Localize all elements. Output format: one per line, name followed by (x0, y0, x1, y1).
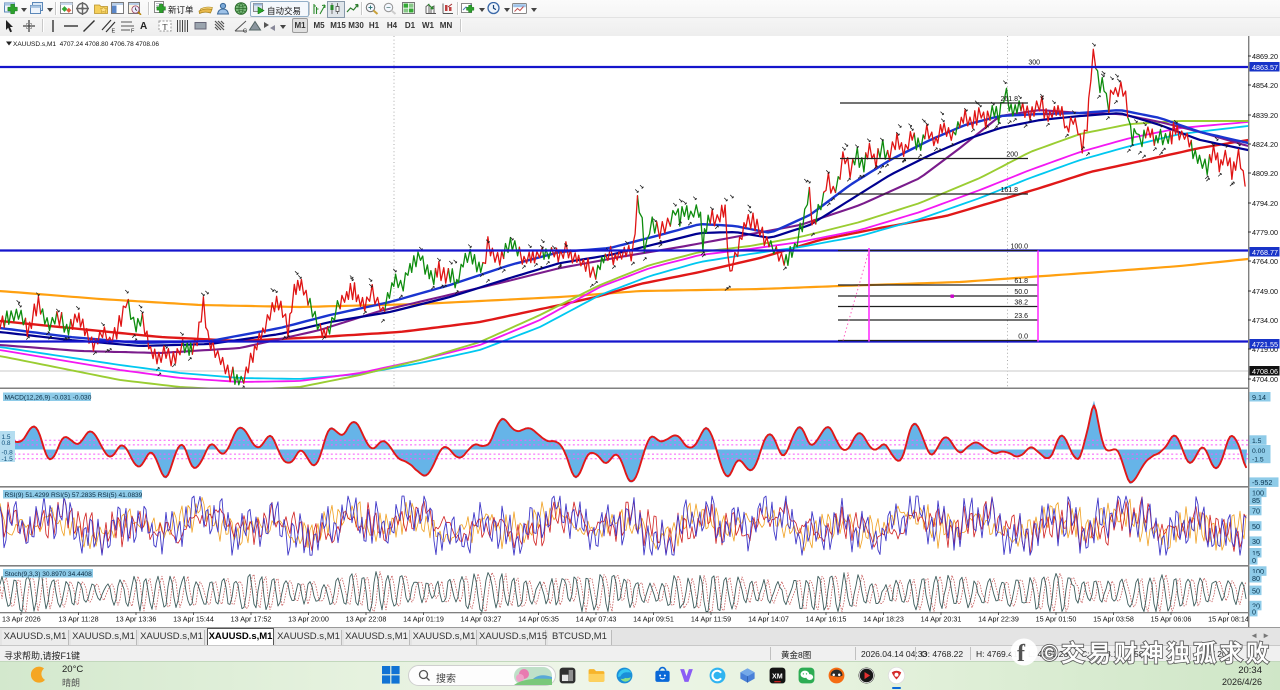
svg-text:261.8: 261.8 (1000, 96, 1018, 103)
svg-text:14 Apr 20:31: 14 Apr 20:31 (921, 615, 962, 624)
svg-text:70: 70 (1252, 507, 1260, 516)
svg-text:4854.20: 4854.20 (1252, 81, 1278, 90)
svg-text:XM: XM (772, 673, 783, 681)
svg-text:13 Apr 22:08: 13 Apr 22:08 (346, 615, 387, 624)
svg-text:9.14: 9.14 (1252, 393, 1266, 402)
svg-text:15 Apr 03:58: 15 Apr 03:58 (1093, 615, 1134, 624)
svg-text:61.8: 61.8 (1014, 278, 1028, 285)
svg-text:15 Apr 08:14: 15 Apr 08:14 (1208, 615, 1249, 624)
svg-text:4809.20: 4809.20 (1252, 169, 1278, 178)
svg-text:14 Apr 14:07: 14 Apr 14:07 (748, 615, 789, 624)
svg-text:85: 85 (1252, 496, 1260, 505)
svg-text:0.0: 0.0 (1018, 334, 1028, 341)
svg-text:13 Apr 11:28: 13 Apr 11:28 (58, 615, 98, 624)
svg-text:f: f (1017, 641, 1026, 667)
svg-text:4869.20: 4869.20 (1252, 52, 1278, 61)
svg-text:MACD(12,26,9) -0.031 -0.030: MACD(12,26,9) -0.031 -0.030 (5, 395, 92, 402)
svg-text:13 Apr 17:52: 13 Apr 17:52 (231, 615, 272, 624)
svg-text:15 Apr 01:50: 15 Apr 01:50 (1036, 615, 1077, 624)
svg-text:14 Apr 05:35: 14 Apr 05:35 (518, 615, 559, 624)
svg-text:14 Apr 18:23: 14 Apr 18:23 (863, 615, 904, 624)
svg-text:50: 50 (1252, 522, 1260, 531)
svg-text:T: T (163, 23, 168, 32)
svg-text:14 Apr 09:51: 14 Apr 09:51 (633, 615, 674, 624)
svg-text:4794.20: 4794.20 (1252, 199, 1278, 208)
svg-text:4721.55: 4721.55 (1252, 340, 1278, 349)
svg-text:38.2: 38.2 (1014, 300, 1028, 307)
svg-text:4749.00: 4749.00 (1252, 287, 1278, 296)
svg-text:4824.20: 4824.20 (1252, 140, 1278, 149)
svg-text:14 Apr 22:39: 14 Apr 22:39 (978, 615, 1019, 624)
svg-text:50: 50 (1252, 586, 1260, 595)
svg-text:30: 30 (1252, 537, 1260, 546)
svg-text:4779.00: 4779.00 (1252, 228, 1278, 237)
svg-text:14 Apr 01:19: 14 Apr 01:19 (403, 615, 444, 624)
svg-text:1.5: 1.5 (1252, 438, 1262, 445)
svg-text:13 Apr 20:00: 13 Apr 20:00 (288, 615, 329, 624)
svg-text:4764.00: 4764.00 (1252, 257, 1278, 266)
svg-text:E: E (112, 29, 116, 34)
svg-text:G: G (243, 29, 247, 34)
svg-text:4863.57: 4863.57 (1252, 63, 1278, 72)
svg-text:200: 200 (1006, 152, 1018, 159)
svg-text:161.8: 161.8 (1000, 187, 1018, 194)
svg-text:14 Apr 07:43: 14 Apr 07:43 (576, 615, 617, 624)
svg-text:-1.5: -1.5 (2, 456, 14, 463)
svg-text:0: 0 (1252, 556, 1256, 565)
svg-text:4708.06: 4708.06 (1252, 367, 1278, 376)
svg-text:300: 300 (1028, 60, 1040, 67)
svg-text:4839.20: 4839.20 (1252, 111, 1278, 120)
svg-text:F: F (131, 29, 135, 34)
svg-text:15 Apr 06:06: 15 Apr 06:06 (1151, 615, 1192, 624)
svg-text:-1.5: -1.5 (1252, 457, 1264, 464)
svg-text:Stoch(9,3,3) 30.8970 34.4408: Stoch(9,3,3) 30.8970 34.4408 (5, 571, 93, 578)
svg-text:14 Apr 11:59: 14 Apr 11:59 (691, 615, 731, 624)
svg-text:4768.77: 4768.77 (1252, 248, 1278, 257)
svg-text:13 Apr 15:44: 13 Apr 15:44 (173, 615, 214, 624)
svg-text:14 Apr 16:15: 14 Apr 16:15 (806, 615, 847, 624)
svg-text:14 Apr 03:27: 14 Apr 03:27 (461, 615, 502, 624)
svg-text:0.8: 0.8 (2, 440, 11, 447)
svg-text:©交易财神独孤求败: ©交易财神独孤求败 (1041, 640, 1269, 666)
svg-text:0: 0 (1252, 608, 1256, 617)
svg-text:-5.952: -5.952 (1252, 478, 1272, 487)
svg-text:80: 80 (1252, 574, 1260, 583)
svg-text:13 Apr 2026: 13 Apr 2026 (2, 615, 41, 624)
svg-text:13 Apr 13:36: 13 Apr 13:36 (116, 615, 157, 624)
svg-text:50.0: 50.0 (1014, 289, 1028, 296)
svg-text:23.6: 23.6 (1014, 313, 1028, 320)
svg-text:XAUUSD.s,M1 4707.24 4708.80 4: XAUUSD.s,M1 4707.24 4708.80 4706.78 4708… (13, 41, 159, 48)
svg-text:4704.00: 4704.00 (1252, 375, 1278, 384)
svg-text:100.0: 100.0 (1010, 244, 1028, 251)
svg-text:4734.00: 4734.00 (1252, 316, 1278, 325)
svg-text:RSI(9) 51.4299 RSI(5) 57.2835: RSI(9) 51.4299 RSI(5) 57.2835 RSI(5) 41.… (5, 492, 143, 499)
